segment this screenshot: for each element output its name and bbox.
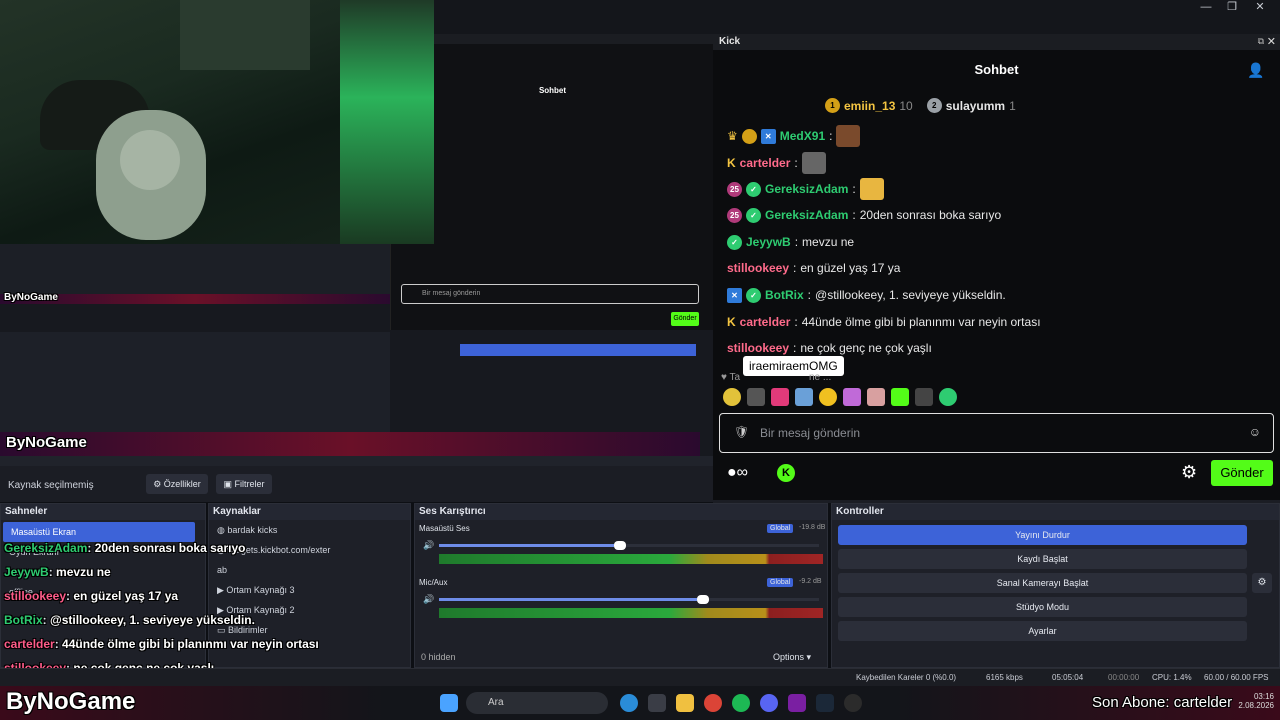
task-view-icon[interactable] bbox=[648, 694, 666, 712]
webcam-feed bbox=[0, 0, 434, 244]
emote-icon[interactable] bbox=[723, 388, 741, 406]
audio-mixer-dock: Ses Karıştırıcı Masaüstü Ses Global -19.… bbox=[414, 503, 828, 668]
start-recording-button[interactable]: Kaydı Başlat bbox=[838, 549, 1247, 569]
taskbar-search[interactable]: Ara bbox=[466, 692, 608, 714]
scene-item[interactable]: Masaüstü Ekran bbox=[3, 522, 195, 542]
controls-dock: Kontroller Yayını Durdur Kaydı Başlat Sa… bbox=[831, 503, 1280, 668]
popout-icon[interactable]: ⧉ bbox=[1258, 36, 1264, 47]
properties-bar: Kaynak seçilmemiş ⚙ Özellikler ▣ Filtrel… bbox=[0, 466, 713, 502]
leaderboard: 1 emiin_13 10 2 sulayumm 1 bbox=[825, 98, 1016, 113]
chat-message: K cartelder: 44ünde ölme gibi bi planınm… bbox=[727, 315, 1041, 329]
emote-icon[interactable] bbox=[939, 388, 957, 406]
close-icon[interactable]: ✕ bbox=[1240, 0, 1280, 16]
volume-fill bbox=[439, 544, 614, 547]
settings-icon[interactable]: ⚙ bbox=[1181, 462, 1197, 483]
emote-bar bbox=[723, 388, 957, 406]
chat-title: Sohbet bbox=[974, 62, 1019, 77]
source-item[interactable]: ◍ bardak kicks bbox=[209, 520, 410, 540]
gold-rank-icon: 1 bbox=[825, 98, 840, 113]
chat-message: K cartelder: bbox=[727, 151, 826, 175]
taskbar: ByNoGame Ara Son Abone: cartelder 03:16 2… bbox=[0, 686, 1280, 720]
chrome-icon[interactable] bbox=[704, 694, 722, 712]
speaker-icon[interactable]: 🔊 bbox=[423, 540, 434, 551]
options-button[interactable]: Options ▾ bbox=[773, 652, 811, 663]
sword-icon: ✕ bbox=[727, 287, 742, 303]
nested-chat-preview: Sohbet Bir mesaj gönderin Gönder bbox=[390, 34, 714, 330]
silver-rank-icon: 2 bbox=[926, 98, 942, 113]
filters-button[interactable]: ▣ Filtreler bbox=[216, 474, 272, 494]
verified-icon: ✓ bbox=[746, 287, 761, 303]
audio-meter bbox=[439, 554, 823, 564]
edge-icon[interactable] bbox=[620, 694, 638, 712]
emote-icon[interactable] bbox=[795, 388, 813, 406]
users-icon[interactable]: 👤 bbox=[1247, 62, 1264, 79]
overlay-chat: GereksizAdam: 20den sonrası boka sarıyo … bbox=[4, 541, 319, 675]
send-button[interactable]: Gönder bbox=[1211, 460, 1273, 486]
emote-image bbox=[801, 152, 826, 174]
chat-window-title: Kick bbox=[713, 34, 1280, 50]
nested-brand: ByNoGame bbox=[4, 292, 58, 303]
verified-icon: ✓ bbox=[746, 181, 761, 197]
steam-icon[interactable] bbox=[816, 694, 834, 712]
k-badge-icon: K bbox=[727, 156, 736, 170]
kick-chat-window: Kick ⧉ ✕ Sohbet 👤 1 emiin_13 10 2 sulayu… bbox=[713, 34, 1280, 500]
last-sub-banner: Son Abone: cartelder bbox=[1092, 694, 1233, 711]
volume-slider-handle[interactable] bbox=[697, 595, 710, 604]
emote-icon[interactable] bbox=[915, 388, 933, 406]
chat-close-icon[interactable]: ✕ bbox=[1267, 35, 1276, 48]
emote-icon[interactable] bbox=[843, 388, 861, 406]
crown-icon: ♛ bbox=[727, 129, 738, 143]
controls-title: Kontroller bbox=[832, 504, 1279, 520]
laugh-emote bbox=[859, 178, 884, 200]
gear-icon[interactable]: ⚙ bbox=[1252, 573, 1272, 593]
verified-icon: ✓ bbox=[746, 207, 761, 223]
audio-meter bbox=[439, 608, 823, 618]
scenes-title: Sahneler bbox=[1, 504, 205, 520]
folder-icon[interactable] bbox=[676, 694, 694, 712]
typing-indicator: ♥ Ta bbox=[721, 372, 741, 383]
chat-message: ♛ ✕ MedX91: bbox=[727, 124, 861, 148]
emote-icon[interactable] bbox=[747, 388, 765, 406]
chat-message: ✕ ✓ BotRix: @stillookeey, 1. seviyeye yü… bbox=[727, 283, 1006, 307]
volume-slider-handle[interactable] bbox=[613, 541, 626, 550]
k-badge-icon: K bbox=[727, 315, 736, 329]
sword-icon: ✕ bbox=[760, 128, 776, 144]
properties-button[interactable]: ⚙ Özellikler bbox=[146, 474, 208, 494]
emote-icon[interactable] bbox=[891, 388, 909, 406]
stop-stream-button[interactable]: Yayını Durdur bbox=[838, 525, 1247, 545]
windows-icon[interactable] bbox=[440, 694, 458, 712]
volume-fill bbox=[439, 598, 698, 601]
sources-title: Kaynaklar bbox=[209, 504, 410, 520]
shield-icon: 🛡 bbox=[734, 425, 750, 439]
obs-status-bar: Kaybedilen Kareler 0 (%0.0) 6165 kbps 05… bbox=[0, 668, 1280, 686]
obs-icon[interactable] bbox=[844, 694, 862, 712]
emote-icon[interactable] bbox=[867, 388, 885, 406]
speaker-icon[interactable]: 🔊 bbox=[423, 594, 434, 605]
chat-message: 25 ✓ GereksizAdam: bbox=[727, 177, 884, 201]
brand-logo: ByNoGame bbox=[6, 688, 136, 715]
verified-icon: ✓ bbox=[727, 234, 742, 250]
settings-button[interactable]: Ayarlar bbox=[838, 621, 1247, 641]
app-icon[interactable] bbox=[788, 694, 806, 712]
emote-image bbox=[836, 125, 861, 147]
chat-message: stillookeey: en güzel yaş 17 ya bbox=[727, 261, 901, 275]
coin-icon bbox=[741, 128, 757, 144]
emote-icon[interactable] bbox=[771, 388, 789, 406]
kick-icon[interactable]: K bbox=[777, 464, 795, 482]
spotify-icon[interactable] bbox=[732, 694, 750, 712]
chat-message: 25 ✓ GereksizAdam: 20den sonrası boka sa… bbox=[727, 203, 1001, 227]
nested-brand-2: ByNoGame bbox=[6, 434, 87, 451]
clock: 03:16 2.08.2026 bbox=[1238, 692, 1274, 710]
emote-icon[interactable] bbox=[819, 388, 837, 406]
sub-badge-icon: 25 bbox=[727, 207, 742, 223]
mixer-title: Ses Karıştırıcı bbox=[415, 504, 827, 520]
chat-input[interactable]: 🛡 Bir mesaj gönderin ☺ bbox=[719, 413, 1274, 453]
discord-icon[interactable] bbox=[760, 694, 778, 712]
points-icon[interactable]: ●∞ bbox=[727, 464, 748, 482]
sub-badge-icon: 25 bbox=[727, 181, 742, 197]
virtual-camera-button[interactable]: Sanal Kamerayı Başlat bbox=[838, 573, 1247, 593]
studio-mode-button[interactable]: Stüdyo Modu bbox=[838, 597, 1247, 617]
emoji-icon[interactable]: ☺ bbox=[1249, 425, 1261, 439]
chat-message: ✓ JeyywB: mevzu ne bbox=[727, 230, 854, 254]
